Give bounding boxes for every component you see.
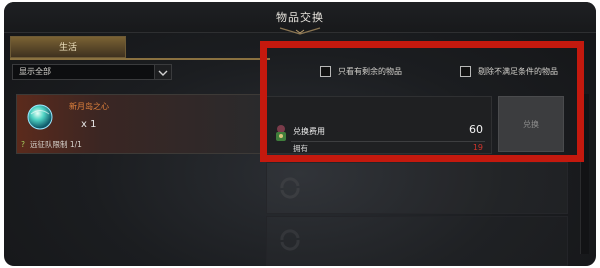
- chevron-down-icon: [158, 70, 168, 76]
- item-quantity: x 1: [81, 119, 97, 130]
- highlight-box: [260, 41, 584, 162]
- list-row-placeholder: [266, 216, 568, 266]
- gem-orb-icon: [27, 104, 53, 130]
- refresh-icon: [280, 229, 300, 251]
- title-ornament-icon: [279, 27, 321, 35]
- item-name: 新月岛之心: [69, 102, 109, 111]
- window-title: 物品交换: [276, 11, 324, 24]
- help-icon: ?: [21, 140, 25, 149]
- dropdown-toggle[interactable]: [154, 65, 171, 79]
- refresh-icon: [280, 177, 300, 199]
- filter-selected-label: 显示全部: [19, 67, 51, 76]
- tab-underline: [10, 58, 270, 60]
- item-limit-text: 远征队限制 1/1: [29, 140, 82, 149]
- item-limit: ? 远征队限制 1/1: [21, 139, 82, 150]
- list-row-placeholder: [266, 162, 568, 214]
- tab-life[interactable]: 生活: [10, 36, 126, 58]
- title-bar: 物品交换: [4, 2, 596, 35]
- item-card[interactable]: 新月岛之心 x 1 ? 远征队限制 1/1: [16, 94, 262, 154]
- game-ui-screen: 物品交换 生活 显示全部 只看有剩余的物品 剔除不满足条件的物品 新月岛之心 x…: [0, 0, 600, 268]
- filter-dropdown[interactable]: 显示全部: [12, 64, 172, 80]
